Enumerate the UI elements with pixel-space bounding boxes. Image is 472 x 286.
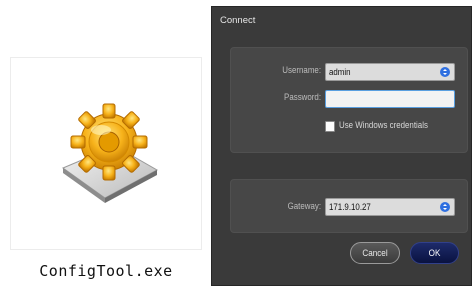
gateway-combo[interactable]: 171.9.10.27 xyxy=(325,198,455,216)
dialog-title: Connect xyxy=(220,15,256,26)
ok-button-label: OK xyxy=(428,248,441,258)
gear-on-tray-icon xyxy=(61,103,159,203)
password-field[interactable] xyxy=(325,90,455,108)
ok-button[interactable]: OK xyxy=(410,242,459,264)
windows-credentials-checkbox[interactable] xyxy=(325,121,335,132)
configtool-file-icon-tile[interactable] xyxy=(10,57,202,250)
file-name-label: ConfigTool.exe xyxy=(39,262,173,280)
username-label: Username: xyxy=(282,65,321,75)
credentials-panel: Username: admin Password: Use Windows cr… xyxy=(230,47,468,153)
password-label: Password: xyxy=(284,92,321,102)
username-combo[interactable]: admin xyxy=(325,63,455,81)
gateway-label: Gateway: xyxy=(287,201,321,211)
windows-credentials-label: Use Windows credentials xyxy=(339,120,428,130)
cancel-button[interactable]: Cancel xyxy=(350,242,400,264)
gateway-panel: Gateway: 171.9.10.27 xyxy=(230,179,468,233)
gateway-value: 171.9.10.27 xyxy=(329,202,371,212)
dropdown-arrows-icon[interactable] xyxy=(440,202,450,212)
username-value: admin xyxy=(329,67,351,77)
cancel-button-label: Cancel xyxy=(362,248,388,258)
dropdown-arrows-icon[interactable] xyxy=(440,67,450,77)
connect-dialog: Connect Username: admin Password: Use Wi… xyxy=(211,6,472,286)
